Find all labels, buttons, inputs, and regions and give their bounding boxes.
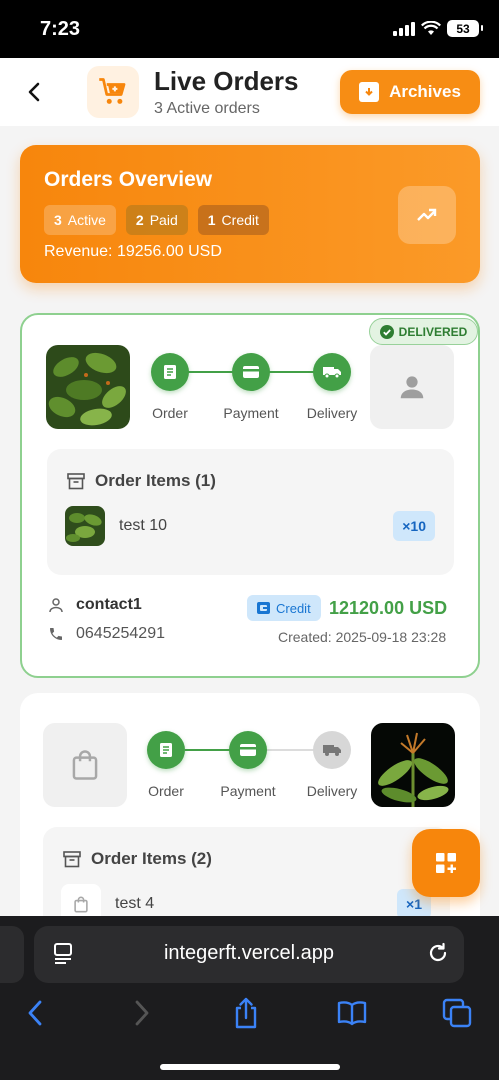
dashboard-add-icon (436, 853, 456, 873)
overview-title: Orders Overview (44, 168, 213, 191)
tabs-icon (442, 998, 472, 1028)
tabs-button[interactable] (440, 996, 474, 1030)
shopping-bag-placeholder (43, 723, 127, 807)
forward-nav-button[interactable] (125, 996, 159, 1030)
product-image (46, 345, 130, 429)
book-icon (337, 1001, 367, 1026)
item-name: test 10 (119, 517, 168, 534)
status-icons: 53 (393, 20, 483, 37)
page-title: Live Orders (154, 66, 299, 96)
share-button[interactable] (229, 996, 263, 1030)
step-order: Order (130, 353, 210, 421)
back-button[interactable] (18, 76, 50, 108)
credit-card-icon (243, 366, 259, 378)
archive-icon (359, 82, 380, 102)
payment-method-tag: Credit (247, 595, 321, 621)
paid-badge: 2 Paid (125, 205, 188, 235)
order-items-header: Order Items (2) (63, 849, 212, 869)
contact-name: contact1 (76, 596, 142, 613)
archives-label: Archives (389, 82, 461, 101)
battery-level: 53 (456, 21, 470, 36)
order-created-date: Created: 2025-09-18 23:28 (278, 629, 447, 645)
orders-overview-card: Orders Overview 3 Active 2 Paid 1 Credit Re… (20, 145, 480, 283)
item-image (65, 506, 105, 546)
shopping-bag-icon (74, 896, 88, 912)
order-items-header: Order Items (1) (67, 471, 216, 491)
credit-card-icon (240, 744, 256, 756)
cellular-signal-icon (393, 21, 415, 36)
trending-up-icon (417, 208, 437, 221)
add-order-fab[interactable] (412, 829, 480, 897)
page-subtitle: 3 Active orders (154, 100, 260, 117)
overview-revenue: Revenue: 19256.00 USD (44, 243, 222, 260)
bookmarks-button[interactable] (335, 996, 369, 1030)
browser-toolbar: integerft.vercel.app (0, 916, 499, 1080)
home-indicator (160, 1064, 340, 1070)
user-avatar-placeholder (370, 345, 454, 429)
person-outline-icon (49, 598, 63, 613)
credit-badge: 1 Credit (197, 205, 269, 235)
status-time: 7:23 (40, 18, 81, 40)
person-icon (400, 376, 424, 399)
status-bar: 7:23 53 (0, 0, 499, 58)
overview-badges: 3 Active 2 Paid 1 Credit (44, 205, 269, 235)
reload-icon[interactable] (426, 941, 450, 965)
cart-logo (87, 66, 139, 118)
order-items-box: Order Items (1) test 10 ×10 (47, 449, 454, 575)
step-delivery: Delivery (292, 731, 372, 799)
chevron-left-icon (28, 82, 40, 102)
order-item-row: test 10 ×10 (65, 506, 435, 546)
app-header: Live Orders 3 Active orders Archives (0, 58, 499, 126)
archive-box-icon (63, 850, 81, 867)
shopping-cart-icon (99, 78, 126, 104)
step-order: Order (126, 731, 206, 799)
trending-button[interactable] (398, 186, 456, 244)
item-quantity: ×10 (393, 511, 435, 541)
order-card[interactable]: Order Payment Delivery Order Items (2) t… (20, 693, 480, 953)
order-total: 12120.00 USD (329, 598, 448, 618)
truck-icon (323, 745, 341, 756)
active-badge: 3 Active (44, 205, 116, 235)
item-name: test 4 (115, 895, 155, 912)
check-circle-icon (379, 324, 394, 339)
delivered-badge: DELIVERED (369, 318, 478, 345)
step-delivery: Delivery (292, 353, 372, 421)
phone-row[interactable]: 0645254291 (48, 625, 165, 643)
back-nav-button[interactable] (18, 996, 52, 1030)
phone-icon (50, 628, 62, 640)
truck-icon (323, 367, 341, 379)
shopping-bag-icon (72, 750, 98, 780)
contact-row: contact1 (48, 596, 142, 614)
receipt-icon (164, 365, 176, 379)
chevron-left-icon (28, 1000, 42, 1026)
contact-phone: 0645254291 (76, 625, 165, 642)
url-text: integerft.vercel.app (163, 942, 335, 964)
wallet-icon (257, 602, 270, 614)
order-card[interactable]: DELIVERED Order Payment Delivery Order I… (20, 313, 480, 678)
archives-button[interactable]: Archives (340, 70, 480, 114)
address-bar[interactable]: integerft.vercel.app (34, 926, 464, 983)
step-payment: Payment (211, 353, 291, 421)
chevron-right-icon (135, 1000, 149, 1026)
step-payment: Payment (208, 731, 288, 799)
receipt-icon (160, 743, 172, 757)
product-image (371, 723, 455, 807)
wifi-icon (421, 21, 441, 35)
archive-box-icon (67, 472, 85, 489)
previous-tab-edge[interactable] (0, 926, 24, 983)
share-icon (235, 997, 257, 1029)
battery-icon: 53 (447, 20, 483, 37)
